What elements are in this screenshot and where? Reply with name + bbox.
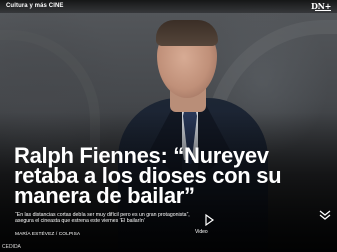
play-icon[interactable]	[201, 212, 217, 228]
byline: MARÍA ESTÉVEZ / COLPISA	[15, 232, 81, 237]
top-bar: Cultura y más CINE DN+	[0, 0, 337, 13]
section-child[interactable]: CINE	[49, 3, 64, 9]
article-hero: Cultura y más CINE DN+ Ralph Fiennes: “N…	[0, 0, 337, 252]
video-label[interactable]: Video	[195, 229, 208, 235]
headline[interactable]: Ralph Fiennes: “Nureyev retaba a los dio…	[14, 145, 314, 207]
section-parent[interactable]: Cultura y más	[6, 3, 47, 9]
photo-credit: CEDIDA	[2, 244, 21, 250]
section-breadcrumb[interactable]: Cultura y más CINE	[6, 3, 64, 9]
chevron-down-icon[interactable]	[317, 207, 333, 223]
article-lead: “En las distancias cortas debía ser muy …	[15, 212, 190, 225]
